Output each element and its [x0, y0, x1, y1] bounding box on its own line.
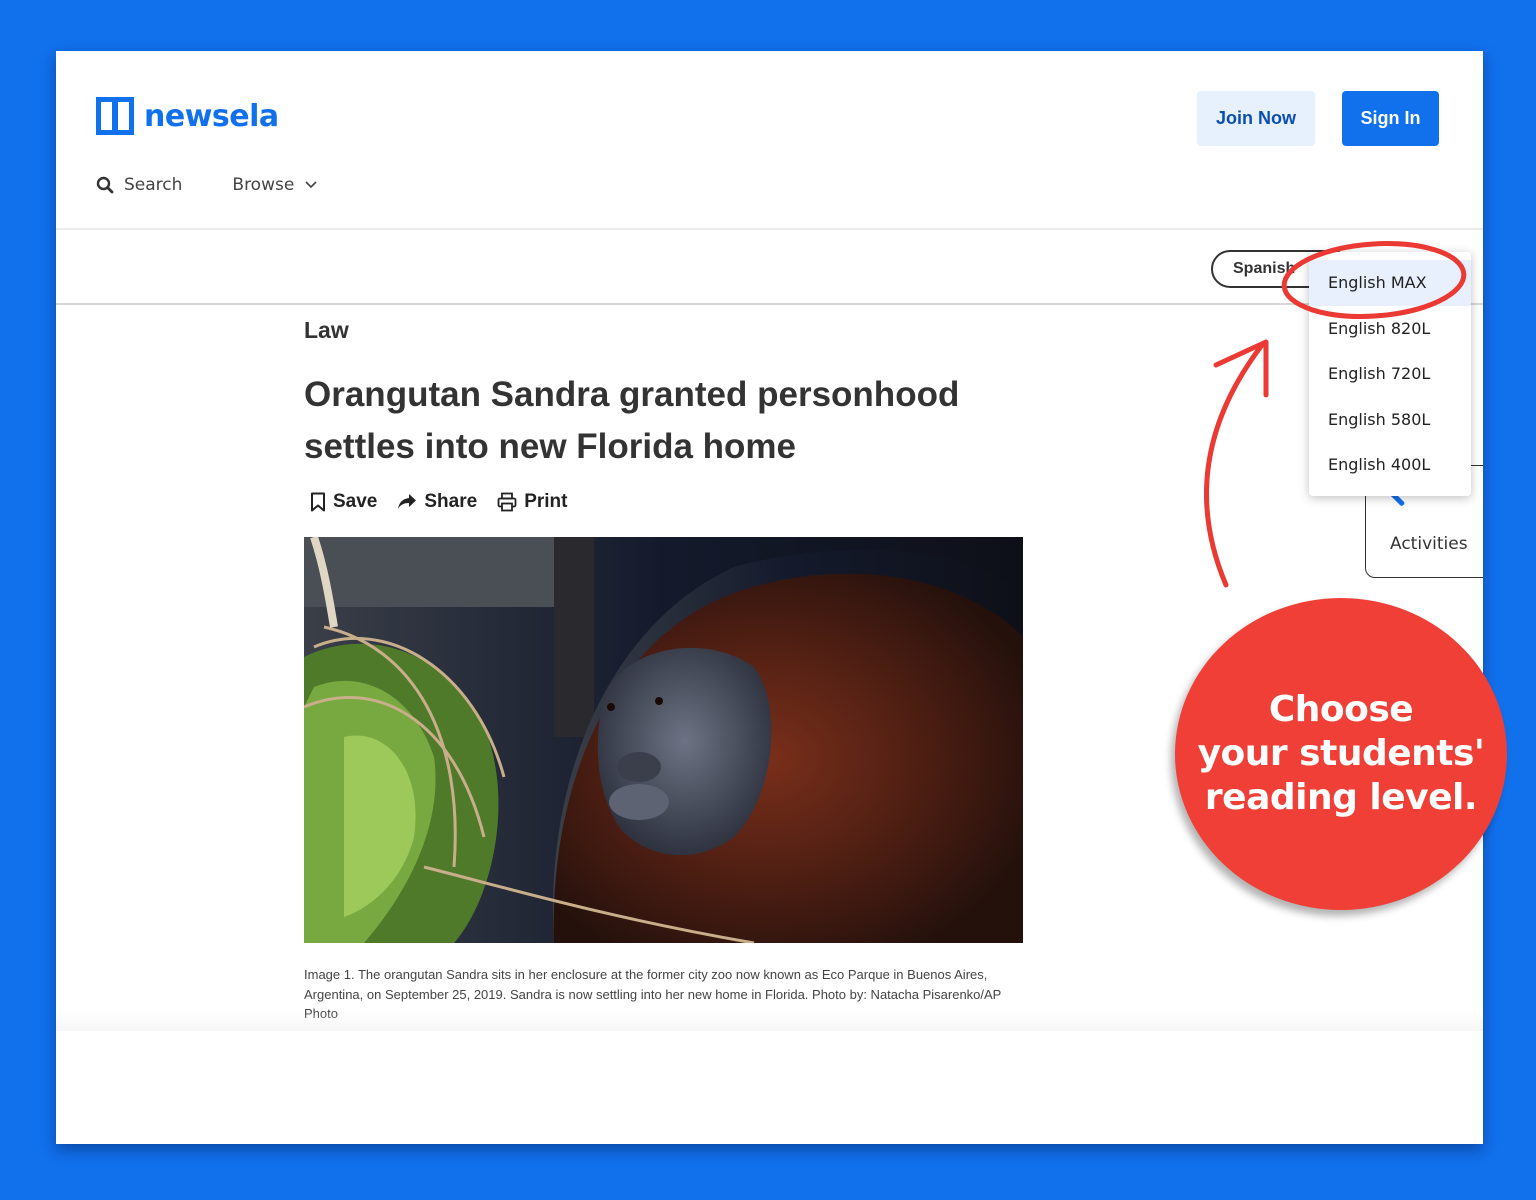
nav-search[interactable]: Search: [96, 175, 182, 195]
share-label: Share: [424, 491, 478, 512]
content-fade: [56, 1011, 1483, 1031]
chevron-down-icon: [305, 181, 317, 189]
save-button[interactable]: Save: [310, 491, 377, 513]
printer-icon: [497, 492, 517, 512]
orangutan-photo: [304, 537, 1023, 943]
article-category[interactable]: Law: [304, 317, 349, 344]
share-button[interactable]: Share: [397, 491, 477, 513]
join-now-button[interactable]: Join Now: [1197, 91, 1315, 146]
search-icon: [96, 176, 114, 194]
browser-page: newsela Join Now Sign In Search Browse S…: [56, 51, 1483, 1144]
language-current: Spanish: [1233, 260, 1296, 277]
callout-line-3: reading level.: [1204, 777, 1478, 818]
dropdown-option-english-400l[interactable]: English 400L: [1309, 442, 1471, 488]
newsela-logo[interactable]: newsela: [96, 97, 279, 135]
bookmark-icon: [311, 492, 325, 512]
dropdown-option-english-max[interactable]: English MAX: [1309, 260, 1471, 306]
nav-browse-label: Browse: [232, 175, 295, 195]
article-title: Orangutan Sandra granted personhood sett…: [304, 375, 960, 466]
article-actions: Save Share Print: [310, 491, 567, 513]
dropdown-option-english-580l[interactable]: English 580L: [1309, 397, 1471, 443]
sign-in-button[interactable]: Sign In: [1342, 91, 1439, 146]
logo-text: newsela: [144, 98, 279, 134]
save-label: Save: [333, 491, 378, 512]
newsela-logo-icon: [96, 97, 134, 135]
reading-level-dropdown: English MAX English 820L English 720L En…: [1309, 252, 1471, 496]
main-nav: Search Browse: [96, 175, 318, 195]
callout-text: Choose your students' reading level.: [1198, 688, 1485, 820]
print-label: Print: [524, 491, 568, 512]
callout-bubble: Choose your students' reading level.: [1175, 598, 1507, 910]
dropdown-option-english-720l[interactable]: English 720L: [1309, 351, 1471, 397]
dropdown-option-english-820l[interactable]: English 820L: [1309, 306, 1471, 352]
share-icon: [398, 494, 417, 509]
header-divider: [56, 228, 1483, 230]
callout-line-1: Choose: [1268, 689, 1414, 730]
print-button[interactable]: Print: [497, 491, 567, 513]
activities-label: Activities: [1390, 534, 1468, 554]
toolbar-divider: [56, 303, 1483, 305]
nav-browse[interactable]: Browse: [232, 175, 318, 195]
nav-search-label: Search: [124, 175, 183, 195]
callout-line-2: your students': [1197, 733, 1485, 774]
article-image: [304, 537, 1023, 943]
